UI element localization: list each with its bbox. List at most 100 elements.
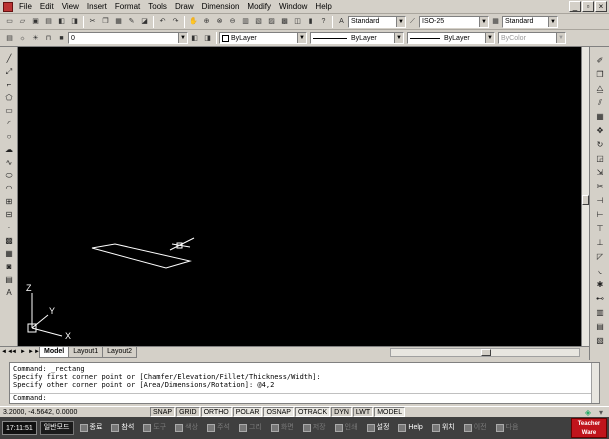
linetype-dropdown[interactable]: ByLayer ▼	[310, 32, 404, 44]
dim-style-dropdown[interactable]: ISO-25 ▼	[419, 15, 489, 28]
polygon-icon[interactable]: ⬠	[3, 92, 15, 103]
layer-panel-icon[interactable]: ▤	[594, 321, 606, 332]
menu-modify[interactable]: Modify	[243, 0, 275, 13]
block-editor-icon[interactable]: ◪	[139, 16, 150, 27]
dyn-toggle[interactable]: DYN	[331, 407, 352, 417]
vertical-scrollbar[interactable]	[581, 47, 589, 346]
line-icon[interactable]: ╱	[3, 53, 15, 64]
arc-icon[interactable]: ◜	[3, 118, 15, 129]
dim-style-icon[interactable]: ⟋	[407, 16, 418, 27]
rectangle-icon[interactable]: ▭	[3, 105, 15, 116]
task-save-button[interactable]: 저장	[300, 421, 329, 435]
spline-icon[interactable]: ∿	[3, 157, 15, 168]
multiline-text-icon[interactable]: A	[3, 287, 15, 298]
command-input[interactable]: Command:	[10, 393, 599, 403]
command-scrollbar[interactable]	[591, 363, 599, 403]
menu-insert[interactable]: Insert	[83, 0, 111, 13]
calculator-icon[interactable]: ▮	[305, 16, 316, 27]
dimension-icon[interactable]: ⊷	[594, 293, 606, 304]
make-block-icon[interactable]: ⊟	[3, 209, 15, 220]
plot-icon[interactable]: ▤	[43, 16, 54, 27]
match-properties-icon[interactable]: ✎	[126, 16, 137, 27]
menu-dimension[interactable]: Dimension	[198, 0, 244, 13]
hatch-icon[interactable]: ▩	[3, 235, 15, 246]
menu-edit[interactable]: Edit	[36, 0, 58, 13]
pan-icon[interactable]: ✋	[188, 16, 199, 27]
explode-icon[interactable]: ✱	[594, 279, 606, 290]
color-dropdown[interactable]: ByLayer ▼	[219, 32, 307, 44]
properties-panel-icon[interactable]: ▥	[594, 307, 606, 318]
task-help-button[interactable]: Help	[395, 421, 425, 435]
task-exit-button[interactable]: 종료	[77, 421, 106, 435]
array-icon[interactable]: ▦	[594, 111, 606, 122]
menu-window[interactable]: Window	[275, 0, 311, 13]
design-center-icon[interactable]: ▧	[253, 16, 264, 27]
tray-settings-icon[interactable]: ▾	[599, 408, 603, 417]
stretch-icon[interactable]: ⇲	[594, 167, 606, 178]
paste-icon[interactable]: ▦	[113, 16, 124, 27]
point-icon[interactable]: ·	[3, 222, 15, 233]
mode-button[interactable]: 일반모드	[39, 421, 74, 435]
model-toggle[interactable]: MODEL	[374, 407, 406, 417]
menu-help[interactable]: Help	[311, 0, 335, 13]
table-style-dropdown[interactable]: Standard ▼	[502, 15, 558, 28]
task-next-button[interactable]: 다음	[493, 421, 522, 435]
last-tab-button[interactable]: ►►	[28, 348, 40, 357]
menu-format[interactable]: Format	[111, 0, 144, 13]
task-attend-button[interactable]: 참석	[108, 421, 137, 435]
text-edit-icon[interactable]: ▧	[594, 335, 606, 346]
circle-icon[interactable]: ○	[3, 131, 15, 142]
task-prev-button[interactable]: 이전	[461, 421, 490, 435]
menu-view[interactable]: View	[58, 0, 83, 13]
offset-icon[interactable]: ⫽	[594, 97, 606, 108]
menu-tools[interactable]: Tools	[144, 0, 171, 13]
menu-file[interactable]: File	[15, 0, 36, 13]
revision-cloud-icon[interactable]: ☁	[3, 144, 15, 155]
next-tab-button[interactable]: ►	[19, 348, 27, 357]
layer-manager-icon[interactable]: ▤	[4, 33, 15, 44]
gradient-icon[interactable]: ▦	[3, 248, 15, 259]
osnap-toggle[interactable]: OSNAP	[263, 407, 294, 417]
fillet-icon[interactable]: ◟	[594, 265, 606, 276]
tool-palettes-icon[interactable]: ▨	[266, 16, 277, 27]
extend-icon[interactable]: ⊣	[594, 195, 606, 206]
break-at-point-icon[interactable]: ⊢	[594, 209, 606, 220]
minimize-button[interactable]: _	[569, 1, 581, 12]
redo-icon[interactable]: ↷	[170, 16, 181, 27]
break-icon[interactable]: ⊤	[594, 223, 606, 234]
grid-toggle[interactable]: GRID	[176, 407, 200, 417]
horizontal-scroll-thumb[interactable]	[481, 349, 491, 356]
task-position-button[interactable]: 위치	[429, 421, 458, 435]
insert-block-icon[interactable]: ⊞	[3, 196, 15, 207]
drawing-canvas[interactable]: Z Y X	[18, 47, 581, 346]
menu-draw[interactable]: Draw	[171, 0, 198, 13]
text-style-dropdown[interactable]: Standard ▼	[348, 15, 406, 28]
vertical-scroll-thumb[interactable]	[582, 195, 589, 205]
plot-preview-icon[interactable]: ◧	[56, 16, 67, 27]
autocad-app-icon[interactable]	[3, 1, 13, 12]
table-style-icon[interactable]: ▦	[490, 16, 501, 27]
tab-layout1[interactable]: Layout1	[68, 347, 104, 358]
publish-icon[interactable]: ◨	[69, 16, 80, 27]
polyline-icon[interactable]: ⌐	[3, 79, 15, 90]
zoom-realtime-icon[interactable]: ⊕	[201, 16, 212, 27]
properties-icon[interactable]: ▥	[240, 16, 251, 27]
sheet-set-icon[interactable]: ▩	[279, 16, 290, 27]
erase-icon[interactable]: ✐	[594, 55, 606, 66]
table-icon[interactable]: ▤	[3, 274, 15, 285]
tab-layout2[interactable]: Layout2	[102, 347, 138, 358]
otrack-toggle[interactable]: OTRACK	[294, 407, 331, 417]
layer-previous-icon[interactable]: ◨	[202, 33, 213, 44]
mirror-icon[interactable]: ⧋	[594, 83, 606, 94]
lwt-toggle[interactable]: LWT	[352, 407, 374, 417]
task-screen-button[interactable]: 화면	[268, 421, 297, 435]
zoom-previous-icon[interactable]: ⊖	[227, 16, 238, 27]
ellipse-icon[interactable]: ⬭	[3, 170, 15, 181]
markup-icon[interactable]: ◫	[292, 16, 303, 27]
undo-icon[interactable]: ↶	[157, 16, 168, 27]
plot-style-dropdown[interactable]: ByColor ▼	[498, 32, 566, 44]
first-tab-button[interactable]: ◄◄	[1, 348, 13, 357]
lineweight-dropdown[interactable]: ByLayer ▼	[407, 32, 495, 44]
help-icon[interactable]: ?	[318, 16, 329, 27]
region-icon[interactable]: ◙	[3, 261, 15, 272]
